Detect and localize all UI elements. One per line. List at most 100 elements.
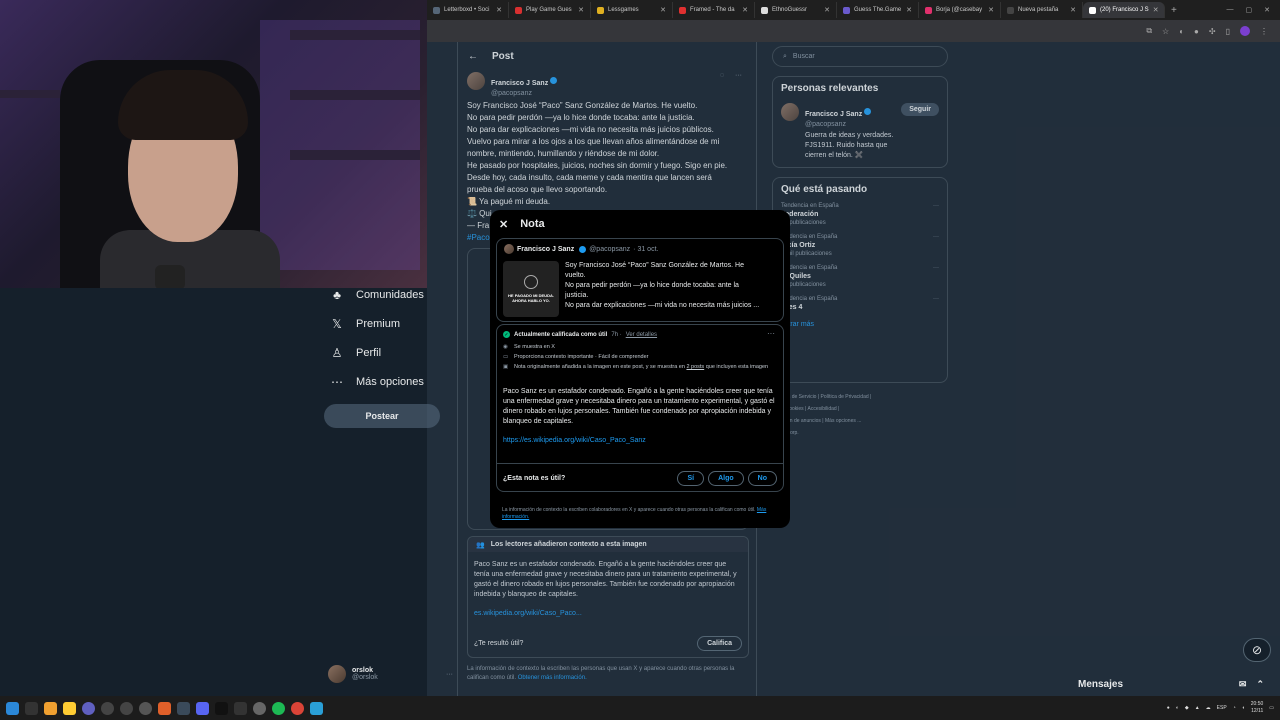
tiktok-icon[interactable] [215,701,228,715]
browser-tab-active[interactable]: (20) Francisco J S ✕ [1083,2,1165,18]
tray-icon[interactable]: ▲ [1195,705,1200,711]
browser-menu-icon[interactable]: ⋮ [1260,27,1268,36]
browser-tab[interactable]: Lessgames ✕ [591,2,673,18]
new-message-icon[interactable]: ✉ [1239,679,1247,690]
note-source-link[interactable]: https://es.wikipedia.org/wiki/Caso_Paco_… [503,437,646,444]
vote-no-button[interactable]: No [747,470,777,486]
webcam-overlay [0,0,427,288]
close-icon[interactable]: ✕ [499,218,508,231]
close-icon[interactable]: ✕ [1070,6,1076,14]
app-icon[interactable] [101,701,114,715]
grok-fab-button[interactable]: ⊘ [1243,638,1271,662]
install-app-icon[interactable]: ⧉ [1146,26,1152,36]
tray-icon[interactable]: ☁ [1206,705,1211,711]
system-tray: ● ◐ ◆ ▲ ☁ ESP ◔ ◖ 20:50 12/11 ▭ [1167,701,1280,715]
close-icon[interactable]: ✕ [824,6,830,14]
x-premium-icon: 𝕏 [332,316,342,331]
close-icon[interactable]: ✕ [496,6,502,14]
tab-favicon-icon [761,6,768,14]
view-details-link[interactable]: Ver detalles [626,332,657,338]
wifi-icon[interactable]: ◔ [1233,705,1236,711]
tab-favicon-icon [515,6,522,14]
language-indicator[interactable]: ESP [1217,705,1227,711]
browser-tab[interactable]: Letterboxd • Soci ✕ [427,2,509,18]
vote-somewhat-button[interactable]: Algo [708,470,744,486]
quoted-post[interactable]: Francisco J Sanz @pacopsanz · 31 oct. HE… [496,238,784,322]
posts-link[interactable]: 2 posts [686,364,704,370]
note-text: Paco Sanz es un estafador condenado. Eng… [503,388,775,425]
note-dialog: ✕ Nota Francisco J Sanz @pacopsanz · 31 … [490,210,790,528]
extension-icon[interactable]: ● [1194,27,1199,36]
tab-favicon-icon [679,6,686,14]
browser-tab[interactable]: Guess The.Game ✕ [837,2,919,18]
community-note: ✓ Actualmente calificada como útil 7h · … [496,324,784,492]
tab-favicon-icon [597,6,604,14]
tray-icon[interactable]: ● [1167,705,1170,711]
windows-taskbar: ● ◐ ◆ ▲ ☁ ESP ◔ ◖ 20:50 12/11 ▭ [0,696,1280,720]
search-icon[interactable] [44,701,57,715]
browser-tab[interactable]: Borja (@casebay ✕ [919,2,1001,18]
avatar [504,244,514,254]
volume-icon[interactable]: ◖ [1242,705,1245,711]
verified-badge-icon [579,245,587,253]
messages-drawer[interactable]: Mensajes ✉ ⌃ [1068,672,1280,696]
grok-icon: ⊘ [1251,643,1263,657]
vote-yes-button[interactable]: Sí [677,470,705,486]
browser-tab[interactable]: Play Game Gues ✕ [509,2,591,18]
notepad-icon[interactable] [310,701,323,715]
spotify-icon[interactable] [272,701,285,715]
post-button[interactable]: Postear [324,404,440,428]
extension-icon[interactable]: ◐ [1179,27,1184,36]
eye-icon: ◉ [503,344,508,350]
x-logo-icon [1089,6,1096,14]
notifications-icon[interactable]: ▭ [1269,705,1274,711]
check-circle-icon: ✓ [503,331,510,338]
new-tab-button[interactable]: + [1165,5,1183,16]
tab-favicon-icon [433,6,440,14]
tab-favicon-icon [843,6,850,14]
avatar [328,665,346,683]
post-image-thumbnail: HE PAGADO MI DEUDA. AHORA HABLO YO. [503,261,559,317]
chrome-icon[interactable] [291,701,304,715]
app-icon[interactable] [158,701,171,715]
more-icon[interactable]: ··· [767,329,775,338]
maximize-icon[interactable]: ▢ [1246,6,1253,14]
close-icon[interactable]: ✕ [1153,6,1159,14]
clock[interactable]: 20:50 12/11 [1251,701,1264,715]
extensions-puzzle-icon[interactable]: ✣ [1209,27,1216,36]
tray-icon[interactable]: ◐ [1176,705,1179,711]
tray-icon[interactable]: ◆ [1185,705,1189,711]
app-icon[interactable] [82,701,95,715]
more-options-icon: ⋯ [331,374,343,389]
browser-tab[interactable]: EthnoGuessr ✕ [755,2,837,18]
sidebar-icon[interactable]: ▯ [1226,27,1230,36]
browser-toolbar: ⧉ ☆ ◐ ● ✣ ▯ ⋮ [427,20,1280,42]
browser-tab[interactable]: Nueva pestaña ✕ [1001,2,1083,18]
app-icon[interactable] [234,701,247,715]
helpful-rating-bar: ¿Esta nota es útil? Sí Algo No [497,463,783,492]
discord-icon[interactable] [196,701,209,715]
steam-icon[interactable] [177,701,190,715]
task-view-icon[interactable] [25,701,38,715]
close-icon[interactable]: ✕ [660,6,666,14]
expand-icon[interactable]: ⌃ [1256,679,1264,690]
app-icon[interactable] [120,701,133,715]
close-window-icon[interactable]: ✕ [1264,6,1270,14]
app-icon[interactable] [139,701,152,715]
profile-icon: ♙ [331,345,343,360]
bookmark-star-icon[interactable]: ☆ [1162,27,1169,36]
close-icon[interactable]: ✕ [578,6,584,14]
communities-icon: ♣ [333,287,341,302]
windows-start-icon[interactable] [6,701,19,715]
window-controls: — ▢ ✕ [1227,6,1280,14]
close-icon[interactable]: ✕ [988,6,994,14]
obs-icon[interactable] [253,701,266,715]
minimize-icon[interactable]: — [1227,6,1234,14]
browser-tab[interactable]: Framed - The da ✕ [673,2,755,18]
emblem-icon [524,275,538,289]
profile-avatar-icon[interactable] [1240,26,1250,36]
file-explorer-icon[interactable] [63,701,76,715]
close-icon[interactable]: ✕ [742,6,748,14]
close-icon[interactable]: ✕ [906,6,912,14]
tab-favicon-icon [1007,6,1014,14]
